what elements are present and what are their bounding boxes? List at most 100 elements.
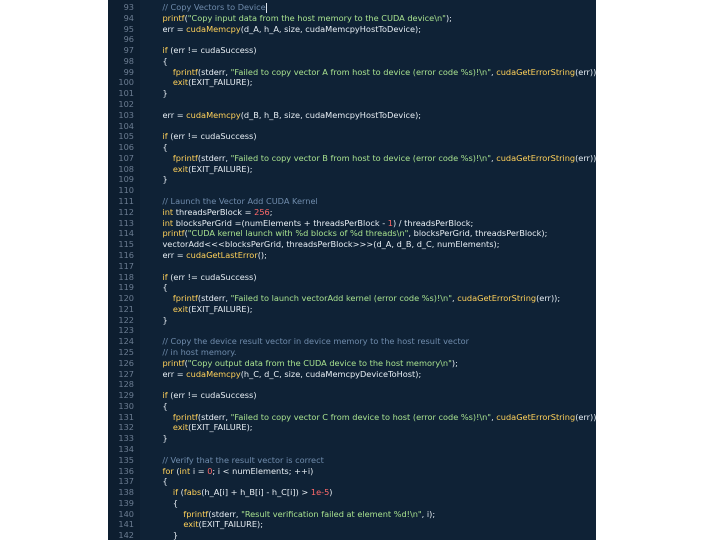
- line-number: 122: [118, 314, 134, 325]
- code-editor[interactable]: 93 // Copy Vectors to Device 94 printf("C…: [108, 0, 596, 540]
- code-text[interactable]: if (err != cudaSuccess): [152, 272, 256, 283]
- code-line[interactable]: 139 {: [108, 498, 596, 509]
- code-line[interactable]: 142 }: [108, 530, 596, 540]
- code-text[interactable]: {: [152, 401, 167, 412]
- code-line[interactable]: 114 printf("CUDA kernel launch with %d b…: [108, 228, 596, 239]
- code-line[interactable]: 141 exit(EXIT_FAILURE);: [108, 519, 596, 530]
- line-number: 132: [118, 422, 134, 433]
- code-line[interactable]: 104: [108, 121, 596, 132]
- code-line[interactable]: 116 err = cudaGetLastError();: [108, 250, 596, 261]
- code-text[interactable]: err = cudaMemcpy(d_A, h_A, size, cudaMem…: [152, 24, 421, 35]
- code-line[interactable]: 98 {: [108, 56, 596, 67]
- code-text[interactable]: exit(EXIT_FAILURE);: [152, 519, 263, 530]
- code-text[interactable]: // Launch the Vector Add CUDA Kernel: [152, 196, 317, 207]
- code-text[interactable]: }: [152, 530, 178, 540]
- code-line[interactable]: 126 printf("Copy output data from the CU…: [108, 358, 596, 369]
- code-line[interactable]: 122 }: [108, 315, 596, 326]
- code-line[interactable]: 117: [108, 261, 596, 272]
- code-line[interactable]: 124 // Copy the device result vector in …: [108, 336, 596, 347]
- code-line[interactable]: 120 fprintf(stderr, "Failed to launch ve…: [108, 293, 596, 304]
- code-line[interactable]: 100 exit(EXIT_FAILURE);: [108, 77, 596, 88]
- code-text[interactable]: err = cudaMemcpy(h_C, d_C, size, cudaMem…: [152, 369, 421, 380]
- code-text[interactable]: fprintf(stderr, "Failed to copy vector C…: [152, 412, 596, 423]
- code-text[interactable]: // Verify that the result vector is corr…: [152, 455, 323, 466]
- code-line[interactable]: 135 // Verify that the result vector is …: [108, 455, 596, 466]
- code-line[interactable]: 132 exit(EXIT_FAILURE);: [108, 422, 596, 433]
- code-line[interactable]: 127 err = cudaMemcpy(h_C, d_C, size, cud…: [108, 369, 596, 380]
- code-line[interactable]: 112 int threadsPerBlock = 256;: [108, 207, 596, 218]
- code-line[interactable]: 113 int blocksPerGrid =(numElements + th…: [108, 218, 596, 229]
- code-line[interactable]: 134: [108, 444, 596, 455]
- code-line[interactable]: 138 if (fabs(h_A[i] + h_B[i] - h_C[i]) >…: [108, 487, 596, 498]
- code-text[interactable]: err = cudaMemcpy(d_B, h_B, size, cudaMem…: [152, 110, 421, 121]
- code-line[interactable]: 97 if (err != cudaSuccess): [108, 45, 596, 56]
- code-line[interactable]: 133 }: [108, 433, 596, 444]
- code-text[interactable]: int blocksPerGrid =(numElements + thread…: [152, 218, 473, 229]
- code-line[interactable]: 121 exit(EXIT_FAILURE);: [108, 304, 596, 315]
- code-text[interactable]: if (err != cudaSuccess): [152, 390, 256, 401]
- code-text[interactable]: exit(EXIT_FAILURE);: [152, 164, 253, 175]
- code-line[interactable]: 107 fprintf(stderr, "Failed to copy vect…: [108, 153, 596, 164]
- code-text[interactable]: if (err != cudaSuccess): [152, 45, 256, 56]
- code-text[interactable]: {: [152, 282, 167, 293]
- code-line[interactable]: 131 fprintf(stderr, "Failed to copy vect…: [108, 412, 596, 423]
- code-text[interactable]: if (err != cudaSuccess): [152, 131, 256, 142]
- code-line[interactable]: 105 if (err != cudaSuccess): [108, 131, 596, 142]
- code-text[interactable]: // Copy the device result vector in devi…: [152, 336, 469, 347]
- code-text[interactable]: }: [152, 315, 167, 326]
- code-line[interactable]: 129 if (err != cudaSuccess): [108, 390, 596, 401]
- code-line[interactable]: 108 exit(EXIT_FAILURE);: [108, 164, 596, 175]
- code-text[interactable]: if (fabs(h_A[i] + h_B[i] - h_C[i]) > 1e-…: [152, 487, 333, 498]
- code-line[interactable]: 102: [108, 99, 596, 110]
- code-line[interactable]: 123: [108, 325, 596, 336]
- code-text[interactable]: exit(EXIT_FAILURE);: [152, 422, 253, 433]
- code-line[interactable]: 125 // in host memory.: [108, 347, 596, 358]
- code-line[interactable]: 106 {: [108, 142, 596, 153]
- code-line[interactable]: 93 // Copy Vectors to Device: [108, 2, 596, 13]
- line-number: 121: [118, 303, 134, 314]
- code-line[interactable]: 118 if (err != cudaSuccess): [108, 272, 596, 283]
- code-line[interactable]: 94 printf("Copy input data from the host…: [108, 13, 596, 24]
- code-line[interactable]: 128: [108, 379, 596, 390]
- code-text[interactable]: int threadsPerBlock = 256;: [152, 207, 272, 218]
- code-line[interactable]: 111 // Launch the Vector Add CUDA Kernel: [108, 196, 596, 207]
- code-text[interactable]: fprintf(stderr, "Failed to launch vector…: [152, 293, 560, 304]
- code-line[interactable]: 137 {: [108, 476, 596, 487]
- code-text[interactable]: fprintf(stderr, "Failed to copy vector A…: [152, 67, 596, 78]
- code-line[interactable]: 103 err = cudaMemcpy(d_B, h_B, size, cud…: [108, 110, 596, 121]
- code-text[interactable]: // in host memory.: [152, 347, 236, 358]
- code-text[interactable]: exit(EXIT_FAILURE);: [152, 304, 253, 315]
- code-line[interactable]: 99 fprintf(stderr, "Failed to copy vecto…: [108, 67, 596, 78]
- code-line[interactable]: 109 }: [108, 174, 596, 185]
- code-text[interactable]: {: [152, 476, 167, 487]
- code-text[interactable]: printf("Copy output data from the CUDA d…: [152, 358, 457, 369]
- code-text[interactable]: vectorAdd<<<blocksPerGrid, threadsPerBlo…: [152, 239, 499, 250]
- code-text[interactable]: exit(EXIT_FAILURE);: [152, 77, 253, 88]
- code-text[interactable]: {: [152, 142, 167, 153]
- code-line[interactable]: 110: [108, 185, 596, 196]
- code-text[interactable]: for (int i = 0; i < numElements; ++i): [152, 466, 313, 477]
- line-number: 123: [118, 325, 134, 336]
- code-text[interactable]: err = cudaGetLastError();: [152, 250, 266, 261]
- code-text[interactable]: }: [152, 174, 167, 185]
- code-line[interactable]: 95 err = cudaMemcpy(d_A, h_A, size, cuda…: [108, 24, 596, 35]
- code-line[interactable]: 119 {: [108, 282, 596, 293]
- code-text[interactable]: // Copy Vectors to Device: [152, 2, 267, 13]
- code-line[interactable]: 115 vectorAdd<<<blocksPerGrid, threadsPe…: [108, 239, 596, 250]
- code-line[interactable]: 140 fprintf(stderr, "Result verification…: [108, 509, 596, 520]
- code-text[interactable]: {: [152, 498, 178, 509]
- code-line[interactable]: 130 {: [108, 401, 596, 412]
- code-text[interactable]: {: [152, 56, 167, 67]
- code-text[interactable]: fprintf(stderr, "Failed to copy vector B…: [152, 153, 596, 164]
- code-text[interactable]: printf("CUDA kernel launch with %d block…: [152, 228, 547, 239]
- line-number: 105: [118, 131, 134, 142]
- code-text[interactable]: }: [152, 433, 167, 444]
- line-number: 124: [118, 336, 134, 347]
- code-line[interactable]: 96: [108, 34, 596, 45]
- code-text[interactable]: printf("Copy input data from the host me…: [152, 13, 451, 24]
- code-text[interactable]: }: [152, 88, 167, 99]
- code-line[interactable]: 136 for (int i = 0; i < numElements; ++i…: [108, 466, 596, 477]
- code-line[interactable]: 101 }: [108, 88, 596, 99]
- line-number: 137: [118, 476, 134, 487]
- code-text[interactable]: fprintf(stderr, "Result verification fai…: [152, 509, 435, 520]
